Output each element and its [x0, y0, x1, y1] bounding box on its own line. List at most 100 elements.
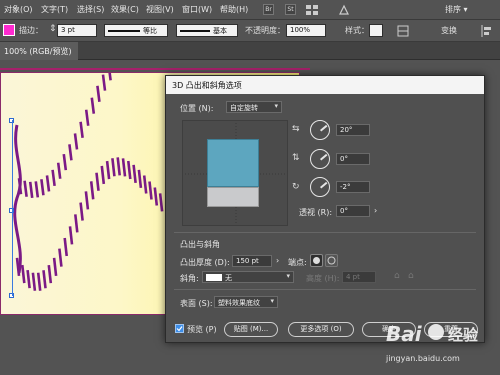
rotate-z-dial[interactable] — [310, 177, 330, 197]
extrusion-segment-lower — [137, 169, 143, 188]
extrusion-segment-upper — [40, 179, 45, 196]
menu-window[interactable]: 窗口(W) — [182, 4, 212, 15]
menu-view[interactable]: 视图(V) — [146, 4, 174, 15]
perspective-input[interactable]: 0° — [336, 205, 370, 217]
perspective-label: 透视 (R): — [299, 208, 333, 217]
bevel-select[interactable]: 无 ▾ — [202, 271, 294, 283]
bevel-out-icon[interactable]: ⌂ — [394, 271, 400, 281]
transform-label[interactable]: 变换 — [441, 25, 457, 36]
stock-icon[interactable]: St — [285, 4, 296, 15]
cap-label: 端点: — [288, 258, 307, 267]
stroke-weight-input[interactable]: 3 pt — [57, 24, 97, 37]
position-select[interactable]: 自定旋转 ▾ — [226, 101, 282, 113]
menu-type[interactable]: 文字(T) — [41, 4, 68, 15]
extrusion-segment-lower — [63, 237, 68, 257]
rotate-y-icon: ⇅ — [292, 153, 300, 163]
extrusion-segment-lower — [36, 272, 42, 291]
opacity-input[interactable]: 100% — [286, 24, 326, 37]
artboard-top-guide — [0, 68, 310, 70]
workspace-grid-icon[interactable] — [306, 5, 320, 15]
section-divider — [174, 289, 476, 290]
chevron-down-icon: ▾ — [270, 297, 274, 305]
sort-label[interactable]: 排序 ▾ — [445, 4, 468, 15]
opacity-label: 不透明度： — [245, 26, 285, 35]
extrusion-segment-upper — [23, 180, 28, 197]
3d-extrude-bevel-dialog: 3D 凸出和斜角选项 位置 (N): 自定旋转 ▾ ⇆ 20° ⇅ 0° ↻ -2… — [165, 75, 485, 343]
extrusion-segment-upper — [96, 85, 101, 102]
extrusion-segment-lower — [79, 202, 84, 221]
watermark-url: jingyan.baidu.com — [386, 354, 460, 363]
rotate-y-input[interactable]: 0° — [336, 153, 370, 165]
rotate-z-input[interactable]: -2° — [336, 181, 370, 193]
extrusion-left-edge — [13, 124, 22, 274]
menu-bar: 对象(O) 文字(T) 选择(S) 效果(C) 视图(V) 窗口(W) 帮助(H… — [0, 0, 500, 20]
extrusion-segment-lower — [68, 226, 74, 245]
extrusion-segment-lower — [52, 257, 58, 277]
preview-label[interactable]: 预览 (P) — [187, 324, 217, 335]
baidu-jingyan-watermark: Bai 经验 jingyan.baidu.com — [386, 318, 498, 372]
rotate-x-dial[interactable] — [310, 120, 330, 140]
document-tab-bar: 100% (RGB/预览) — [0, 42, 500, 60]
graphic-style-swatch[interactable] — [369, 24, 383, 37]
preview-checkbox[interactable] — [175, 324, 184, 333]
control-toolbar: 描边： ⇕ 3 pt 等比 基本 不透明度： 100% 样式： 变换 — [0, 20, 500, 42]
menu-effect[interactable]: 效果(C) — [111, 4, 139, 15]
menu-select[interactable]: 选择(S) — [77, 4, 104, 15]
brush-definition[interactable]: 基本 — [176, 24, 238, 37]
height-input[interactable]: 4 pt — [342, 271, 376, 283]
cube-bottom-face — [207, 187, 259, 207]
rotate-x-icon: ⇆ — [292, 124, 300, 134]
extrusion-segment-lower — [111, 158, 116, 177]
section-divider — [174, 232, 476, 233]
fill-color-swatch[interactable] — [3, 24, 15, 36]
extrusion-segment-upper — [79, 121, 84, 138]
profile-label: 等比 — [143, 27, 157, 35]
selection-bounding-edge — [12, 120, 13, 296]
bridge-icon[interactable]: Br — [263, 4, 274, 15]
extrusion-segment-upper — [34, 181, 40, 198]
extrusion-segment-lower — [74, 214, 79, 233]
variable-width-profile[interactable]: 等比 — [104, 24, 168, 37]
cap-off-icon[interactable] — [325, 254, 338, 267]
document-tab[interactable]: 100% (RGB/预览) — [0, 42, 78, 60]
map-art-button[interactable]: 贴图 (M)... — [224, 322, 278, 337]
extrusion-segment-lower — [148, 181, 153, 200]
paw-icon — [428, 324, 444, 340]
menu-help[interactable]: 帮助(H) — [220, 4, 248, 15]
extrusion-segment-lower — [127, 160, 132, 180]
rotate-y-dial[interactable] — [310, 149, 330, 169]
extrusion-segment-lower — [132, 164, 137, 184]
document-setup-icon[interactable] — [397, 25, 409, 37]
extrusion-segment-lower — [58, 248, 63, 267]
extrusion-segment-upper — [62, 153, 68, 171]
more-options-button[interactable]: 更多选项 (O) — [288, 322, 354, 337]
extrusion-segment-upper — [84, 109, 90, 126]
perspective-chevron-icon[interactable]: › — [374, 206, 377, 215]
extrusion-segment-lower — [26, 269, 31, 289]
surface-label: 表面 (S): — [180, 299, 213, 308]
extrusion-segment-lower — [153, 187, 159, 206]
align-icon[interactable] — [480, 25, 492, 37]
extrusion-segment-upper — [90, 97, 96, 114]
extrusion-segment-lower — [42, 270, 47, 289]
extrude-section-title: 凸出与斜角 — [180, 240, 220, 249]
surface-select[interactable]: 塑料效果底纹 ▾ — [214, 296, 278, 308]
menu-object[interactable]: 对象(O) — [4, 4, 33, 15]
extrusion-segment-upper — [45, 175, 51, 192]
stroke-stepper-icon[interactable]: ⇕ — [49, 24, 57, 34]
bevel-value: 无 — [225, 274, 232, 282]
pen-tool-icon[interactable] — [338, 4, 350, 16]
brush-line — [180, 30, 210, 32]
extrusion-segment-lower — [158, 193, 164, 212]
extrude-depth-chevron-icon[interactable]: › — [276, 256, 279, 265]
bevel-label: 斜角: — [180, 274, 199, 283]
cap-on-icon[interactable] — [310, 254, 323, 267]
bevel-in-icon[interactable]: ⌂ — [408, 271, 414, 281]
extrusion-segment-upper — [68, 144, 73, 161]
rotate-x-input[interactable]: 20° — [336, 124, 370, 136]
cube-front-face — [207, 139, 259, 187]
extrusion-segment-lower — [89, 181, 95, 200]
extrude-depth-input[interactable]: 150 pt — [232, 255, 272, 267]
extrusion-segment-upper — [56, 162, 62, 179]
rotation-preview[interactable] — [182, 120, 288, 226]
